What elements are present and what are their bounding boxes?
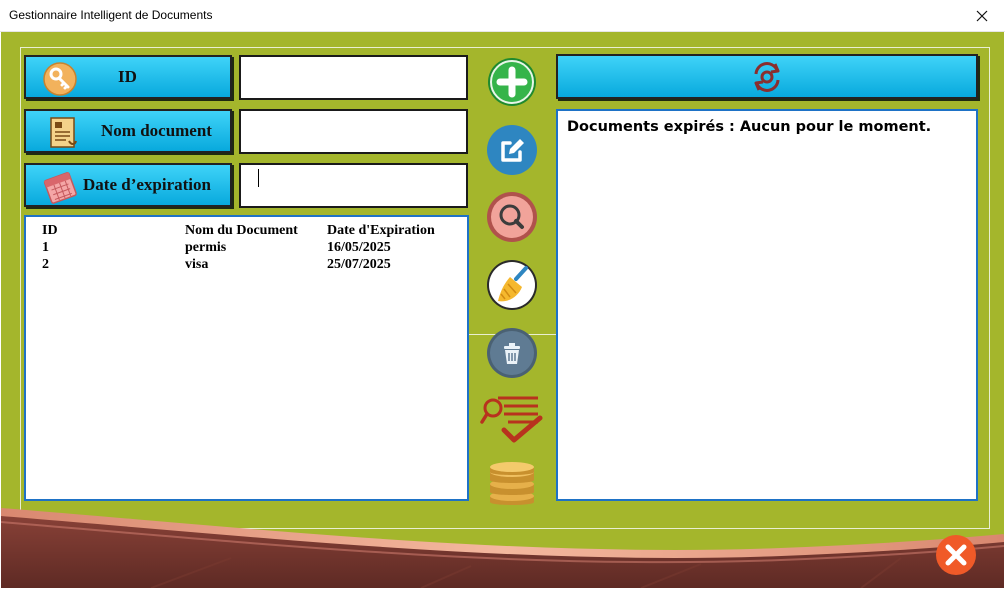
cell-date: 16/05/2025 — [327, 240, 391, 255]
cell-name: visa — [185, 257, 209, 272]
add-button[interactable] — [486, 56, 538, 108]
expired-message: Documents expirés : Aucun pour le moment… — [567, 119, 932, 135]
expired-documents-panel: Documents expirés : Aucun pour le moment… — [556, 109, 978, 501]
window-title: Gestionnaire Intelligent de Documents — [9, 8, 213, 22]
clear-button[interactable] — [486, 259, 538, 311]
name-button[interactable]: Nom document — [24, 109, 232, 153]
name-label: Nom document — [101, 121, 212, 140]
document-list[interactable]: ID Nom du Document Date d'Expiration 1 p… — [24, 215, 469, 501]
window-titlebar: Gestionnaire Intelligent de Documents — [0, 0, 1005, 32]
check-list-icon — [480, 396, 543, 443]
document-icon — [50, 117, 77, 148]
check-list-button[interactable] — [480, 392, 544, 444]
cell-id: 2 — [42, 257, 49, 272]
search-icon — [487, 192, 537, 242]
window-close-icon — [976, 10, 988, 21]
database-icon — [490, 462, 534, 505]
search-button[interactable] — [486, 191, 538, 243]
cell-id: 1 — [42, 240, 49, 255]
expiry-input[interactable] — [239, 163, 468, 208]
text-caret — [258, 169, 259, 187]
edit-button[interactable] — [486, 124, 538, 176]
edit-icon — [487, 125, 537, 175]
id-button[interactable]: ID — [24, 55, 232, 99]
header-date: Date d'Expiration — [327, 223, 435, 238]
exit-button[interactable] — [935, 534, 977, 576]
broom-icon — [487, 260, 537, 310]
calendar-icon — [43, 172, 77, 204]
delete-button[interactable] — [486, 327, 538, 379]
window-close-button[interactable] — [959, 0, 1005, 31]
refresh-button[interactable] — [556, 54, 978, 99]
key-icon — [43, 62, 77, 96]
close-icon — [936, 535, 976, 575]
cell-name: permis — [185, 240, 227, 255]
decorative-wave — [1, 508, 1004, 588]
header-name: Nom du Document — [185, 223, 298, 238]
client-area: ID Nom document Date d’expiration ID Nom — [1, 32, 1004, 588]
add-icon — [488, 58, 536, 106]
name-input[interactable] — [239, 109, 468, 154]
refresh-gear-icon — [754, 61, 780, 92]
trash-icon — [487, 328, 537, 378]
database-button[interactable] — [487, 460, 537, 506]
id-input[interactable] — [239, 55, 468, 100]
id-label: ID — [118, 67, 137, 86]
header-id: ID — [42, 223, 58, 238]
expiry-button[interactable]: Date d’expiration — [24, 163, 232, 207]
cell-date: 25/07/2025 — [327, 257, 391, 272]
expiry-label: Date d’expiration — [83, 175, 211, 194]
